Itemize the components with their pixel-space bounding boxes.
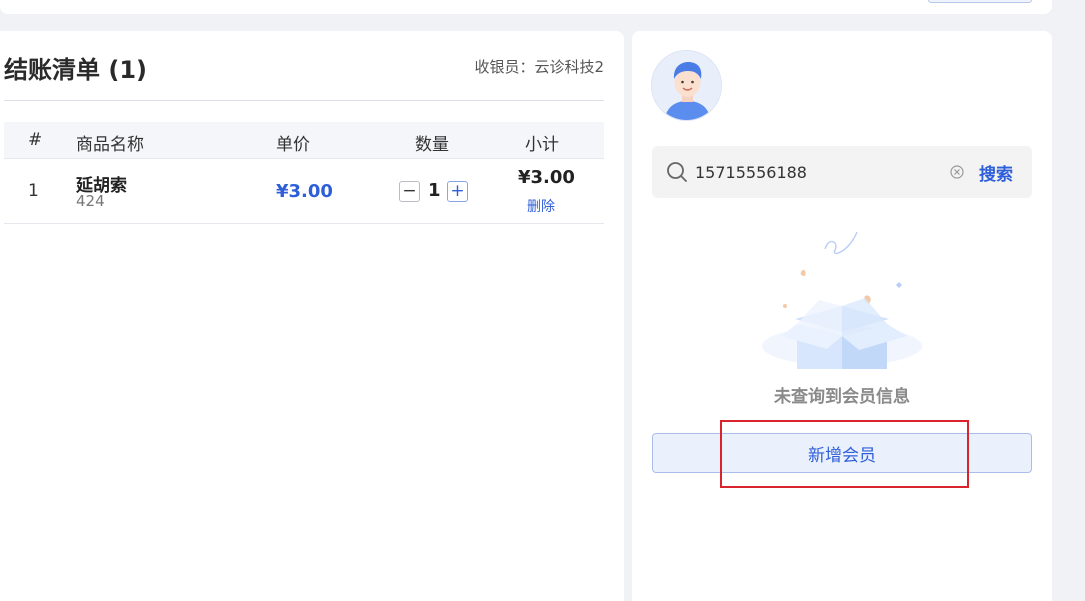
col-subtotal: 小计 xyxy=(525,135,559,155)
checkout-title: 结账清单 (1) xyxy=(4,56,147,84)
qty-decrease-button[interactable]: − xyxy=(399,181,420,202)
row-subtotal: ¥3.00 xyxy=(518,167,575,188)
product-code: 424 xyxy=(76,192,105,210)
clear-icon[interactable] xyxy=(949,164,965,180)
qty-increase-button[interactable]: + xyxy=(447,181,468,202)
col-price: 单价 xyxy=(276,135,310,155)
col-name: 商品名称 xyxy=(76,135,144,155)
table-header: # 商品名称 单价 数量 小计 xyxy=(4,122,604,159)
table-row: 1 延胡索 424 ¥3.00 − 1 + ¥3.00 删除 xyxy=(4,159,604,224)
empty-member-text: 未查询到会员信息 xyxy=(774,387,910,407)
title-divider xyxy=(4,100,604,101)
cashier-label: 收银员：云诊科技2 xyxy=(474,58,604,76)
member-search-box: 搜索 xyxy=(652,146,1032,198)
col-index: # xyxy=(28,130,43,150)
search-button[interactable]: 搜索 xyxy=(979,160,1013,185)
user-avatar xyxy=(651,50,722,121)
member-panel: 搜索 未查询到会员信息 新增会员 xyxy=(632,31,1052,601)
delete-link[interactable]: 删除 xyxy=(527,196,555,216)
checkout-panel: 结账清单 (1) 收银员：云诊科技2 # 商品名称 单价 数量 小计 1 延胡索… xyxy=(0,31,624,601)
search-icon xyxy=(667,162,687,182)
top-panel-strip xyxy=(0,0,1052,14)
top-strip-button[interactable] xyxy=(928,0,1032,3)
add-member-button[interactable]: 新增会员 xyxy=(652,433,1032,473)
empty-box-illustration xyxy=(762,231,922,369)
row-index: 1 xyxy=(28,181,39,201)
avatar-icon xyxy=(652,51,721,120)
unit-price: ¥3.00 xyxy=(276,181,333,202)
col-qty: 数量 xyxy=(415,135,449,155)
member-search-input[interactable] xyxy=(695,159,935,185)
qty-value: 1 xyxy=(428,180,441,201)
